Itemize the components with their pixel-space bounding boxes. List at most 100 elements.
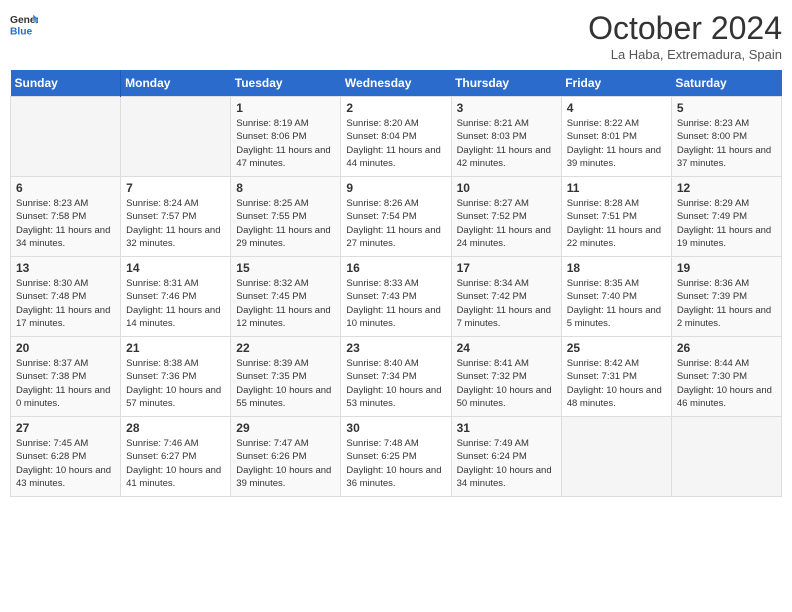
day-cell: 2 Sunrise: 8:20 AM Sunset: 8:04 PM Daylig… [341,97,451,177]
day-cell: 21 Sunrise: 8:38 AM Sunset: 7:36 PM Dayli… [121,337,231,417]
day-number: 2 [346,101,445,115]
day-cell [121,97,231,177]
day-cell: 23Sunrise: 8:40 AM Sunset: 7:34 PM Dayli… [341,337,451,417]
day-info: Sunrise: 8:32 AM Sunset: 7:45 PM Dayligh… [236,277,335,330]
logo: General Blue [10,10,38,38]
day-number: 27 [16,421,115,435]
day-number: 13 [16,261,115,275]
day-number: 26 [677,341,776,355]
day-info: Sunrise: 8:29 AM Sunset: 7:49 PM Dayligh… [677,197,776,250]
day-number: 4 [567,101,666,115]
day-cell: 6 Sunrise: 8:23 AM Sunset: 7:58 PM Daylig… [11,177,121,257]
week-row-0: 1Sunrise: 8:19 AM Sunset: 8:06 PM Daylig… [11,97,782,177]
day-cell: 9 Sunrise: 8:26 AM Sunset: 7:54 PM Daylig… [341,177,451,257]
day-info: Sunrise: 8:23 AM Sunset: 8:00 PM Dayligh… [677,117,776,170]
day-number: 6 [16,181,115,195]
day-cell: 27 Sunrise: 7:45 AM Sunset: 6:28 PM Dayli… [11,417,121,497]
day-info: Sunrise: 8:27 AM Sunset: 7:52 PM Dayligh… [457,197,556,250]
logo-icon: General Blue [10,10,38,38]
day-number: 28 [126,421,225,435]
day-number: 12 [677,181,776,195]
day-number: 5 [677,101,776,115]
day-info: Sunrise: 7:46 AM Sunset: 6:27 PM Dayligh… [126,437,225,490]
day-info: Sunrise: 8:34 AM Sunset: 7:42 PM Dayligh… [457,277,556,330]
day-info: Sunrise: 8:30 AM Sunset: 7:48 PM Dayligh… [16,277,115,330]
day-cell: 25 Sunrise: 8:42 AM Sunset: 7:31 PM Dayli… [561,337,671,417]
day-info: Sunrise: 8:20 AM Sunset: 8:04 PM Dayligh… [346,117,445,170]
day-info: Sunrise: 8:38 AM Sunset: 7:36 PM Dayligh… [126,357,225,410]
day-number: 14 [126,261,225,275]
day-info: Sunrise: 8:44 AM Sunset: 7:30 PM Dayligh… [677,357,776,410]
day-number: 10 [457,181,556,195]
day-cell: 4 Sunrise: 8:22 AM Sunset: 8:01 PM Daylig… [561,97,671,177]
day-cell: 7 Sunrise: 8:24 AM Sunset: 7:57 PM Daylig… [121,177,231,257]
day-cell: 24 Sunrise: 8:41 AM Sunset: 7:32 PM Dayli… [451,337,561,417]
col-tuesday: Tuesday [231,70,341,97]
week-row-3: 20Sunrise: 8:37 AM Sunset: 7:38 PM Dayli… [11,337,782,417]
day-info: Sunrise: 8:22 AM Sunset: 8:01 PM Dayligh… [567,117,666,170]
day-cell [561,417,671,497]
col-thursday: Thursday [451,70,561,97]
col-sunday: Sunday [11,70,121,97]
day-cell [671,417,781,497]
day-info: Sunrise: 8:25 AM Sunset: 7:55 PM Dayligh… [236,197,335,250]
day-info: Sunrise: 8:41 AM Sunset: 7:32 PM Dayligh… [457,357,556,410]
day-cell: 19Sunrise: 8:36 AM Sunset: 7:39 PM Dayli… [671,257,781,337]
week-row-1: 6 Sunrise: 8:23 AM Sunset: 7:58 PM Daylig… [11,177,782,257]
day-number: 19 [677,261,776,275]
day-cell: 11 Sunrise: 8:28 AM Sunset: 7:51 PM Dayli… [561,177,671,257]
day-info: Sunrise: 8:42 AM Sunset: 7:31 PM Dayligh… [567,357,666,410]
day-number: 25 [567,341,666,355]
day-number: 9 [346,181,445,195]
day-number: 30 [346,421,445,435]
day-info: Sunrise: 8:40 AM Sunset: 7:34 PM Dayligh… [346,357,445,410]
day-number: 20 [16,341,115,355]
day-info: Sunrise: 8:31 AM Sunset: 7:46 PM Dayligh… [126,277,225,330]
day-cell: 14 Sunrise: 8:31 AM Sunset: 7:46 PM Dayli… [121,257,231,337]
day-number: 31 [457,421,556,435]
day-cell: 15 Sunrise: 8:32 AM Sunset: 7:45 PM Dayli… [231,257,341,337]
col-saturday: Saturday [671,70,781,97]
day-info: Sunrise: 8:23 AM Sunset: 7:58 PM Dayligh… [16,197,115,250]
day-number: 11 [567,181,666,195]
location-subtitle: La Haba, Extremadura, Spain [588,47,782,62]
month-title: October 2024 [588,10,782,47]
day-cell: 18 Sunrise: 8:35 AM Sunset: 7:40 PM Dayli… [561,257,671,337]
day-info: Sunrise: 8:19 AM Sunset: 8:06 PM Dayligh… [236,117,335,170]
day-info: Sunrise: 8:39 AM Sunset: 7:35 PM Dayligh… [236,357,335,410]
day-number: 22 [236,341,335,355]
day-number: 15 [236,261,335,275]
col-wednesday: Wednesday [341,70,451,97]
day-number: 24 [457,341,556,355]
day-cell: 30 Sunrise: 7:48 AM Sunset: 6:25 PM Dayli… [341,417,451,497]
page-header: General Blue October 2024 La Haba, Extre… [10,10,782,62]
day-cell: 5 Sunrise: 8:23 AM Sunset: 8:00 PM Daylig… [671,97,781,177]
day-number: 21 [126,341,225,355]
day-cell: 22 Sunrise: 8:39 AM Sunset: 7:35 PM Dayli… [231,337,341,417]
day-info: Sunrise: 7:48 AM Sunset: 6:25 PM Dayligh… [346,437,445,490]
day-number: 7 [126,181,225,195]
day-number: 18 [567,261,666,275]
day-info: Sunrise: 8:26 AM Sunset: 7:54 PM Dayligh… [346,197,445,250]
day-cell: 20Sunrise: 8:37 AM Sunset: 7:38 PM Dayli… [11,337,121,417]
day-cell: 13 Sunrise: 8:30 AM Sunset: 7:48 PM Dayli… [11,257,121,337]
header-row: Sunday Monday Tuesday Wednesday Thursday… [11,70,782,97]
day-number: 3 [457,101,556,115]
day-cell: 8Sunrise: 8:25 AM Sunset: 7:55 PM Daylig… [231,177,341,257]
day-info: Sunrise: 7:45 AM Sunset: 6:28 PM Dayligh… [16,437,115,490]
day-number: 17 [457,261,556,275]
day-info: Sunrise: 8:24 AM Sunset: 7:57 PM Dayligh… [126,197,225,250]
day-cell: 3Sunrise: 8:21 AM Sunset: 8:03 PM Daylig… [451,97,561,177]
day-info: Sunrise: 8:35 AM Sunset: 7:40 PM Dayligh… [567,277,666,330]
day-cell: 16Sunrise: 8:33 AM Sunset: 7:43 PM Dayli… [341,257,451,337]
col-monday: Monday [121,70,231,97]
day-info: Sunrise: 8:28 AM Sunset: 7:51 PM Dayligh… [567,197,666,250]
day-info: Sunrise: 7:47 AM Sunset: 6:26 PM Dayligh… [236,437,335,490]
title-block: October 2024 La Haba, Extremadura, Spain [588,10,782,62]
day-cell: 10 Sunrise: 8:27 AM Sunset: 7:52 PM Dayli… [451,177,561,257]
day-info: Sunrise: 7:49 AM Sunset: 6:24 PM Dayligh… [457,437,556,490]
day-number: 29 [236,421,335,435]
day-cell: 29 Sunrise: 7:47 AM Sunset: 6:26 PM Dayli… [231,417,341,497]
calendar-table: Sunday Monday Tuesday Wednesday Thursday… [10,70,782,497]
day-cell: 31 Sunrise: 7:49 AM Sunset: 6:24 PM Dayli… [451,417,561,497]
